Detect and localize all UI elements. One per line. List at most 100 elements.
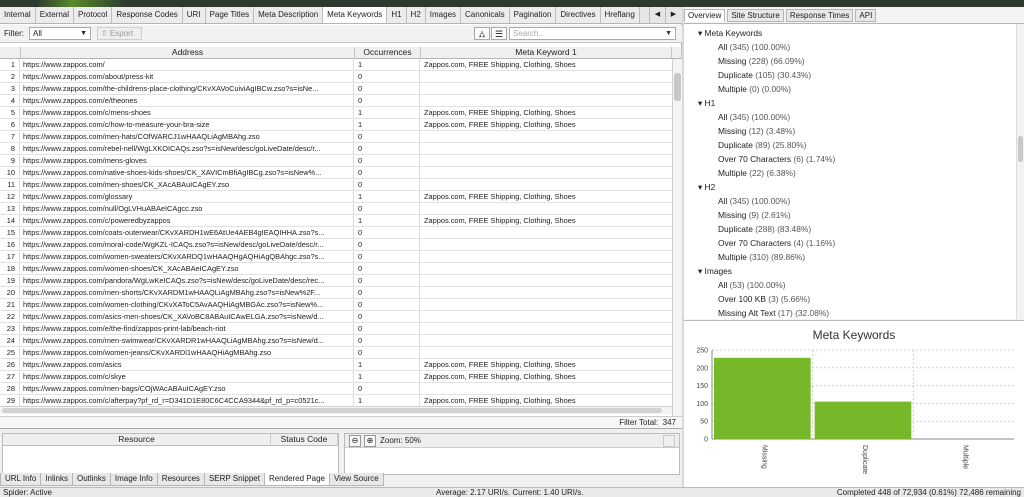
details-tab-view-source[interactable]: View Source xyxy=(328,473,384,486)
header-status-code[interactable]: Status Code xyxy=(271,434,338,446)
tab-meta-description[interactable]: Meta Description xyxy=(254,7,324,23)
header-address[interactable]: Address xyxy=(21,47,355,59)
filter-dropdown[interactable]: All ▼ xyxy=(29,27,91,40)
save-icon[interactable] xyxy=(663,435,675,447)
tab-scroll-left-icon[interactable]: ◀ xyxy=(649,7,665,23)
tab-protocol[interactable]: Protocol xyxy=(74,7,113,23)
tab-canonicals[interactable]: Canonicals xyxy=(461,7,510,23)
table-row[interactable]: 28 https://www.zappos.com/men-bags/COjWAc… xyxy=(0,383,672,395)
header-resource[interactable]: Resource xyxy=(3,434,271,446)
export-button[interactable]: ⇧ Export xyxy=(97,27,142,40)
tree-item[interactable]: Over 70 Characters (4) (1.16%) xyxy=(718,237,835,249)
tree-group[interactable]: ▾ H2 xyxy=(698,181,715,193)
header-meta-keyword-1[interactable]: Meta Keyword 1 xyxy=(421,47,672,59)
details-tab-url-info[interactable]: URL Info xyxy=(0,473,42,486)
tab-h2[interactable]: H2 xyxy=(406,7,426,23)
tree-group[interactable]: ▾ H1 xyxy=(698,97,715,109)
table-row[interactable]: 5 https://www.zappos.com/c/mens-shoes 1 Zap… xyxy=(0,107,672,119)
table-row[interactable]: 14 https://www.zappos.com/c/poweredbyzapp… xyxy=(0,215,672,227)
details-tab-rendered-page[interactable]: Rendered Page xyxy=(263,473,330,486)
tree-item[interactable]: Multiple (0) (0.00%) xyxy=(718,83,791,95)
details-tab-inlinks[interactable]: Inlinks xyxy=(40,473,73,486)
tab-uri[interactable]: URI xyxy=(182,7,206,23)
table-row[interactable]: 26 https://www.zappos.com/asics 1 Zappos.co… xyxy=(0,359,672,371)
header-occurrences[interactable]: Occurrences xyxy=(355,47,421,59)
scroll-thumb[interactable] xyxy=(674,73,681,101)
table-row[interactable]: 11 https://www.zappos.com/men-shoes/CK_XA… xyxy=(0,179,672,191)
tree-item[interactable]: All (345) (100.00%) xyxy=(718,111,790,123)
occurrences-cell: 1 xyxy=(355,359,420,370)
table-row[interactable]: 20 https://www.zappos.com/men-shorts/CKvX… xyxy=(0,287,672,299)
zoom-out-icon[interactable]: ⊖ xyxy=(349,435,361,447)
table-vertical-scrollbar[interactable] xyxy=(672,59,682,420)
tab-internal[interactable]: Internal xyxy=(0,7,36,23)
table-row[interactable]: 27 https://www.zappos.com/c/skye 1 Zappos.c… xyxy=(0,371,672,383)
table-row[interactable]: 23 https://www.zappos.com/e/the-find/zapp… xyxy=(0,323,672,335)
tree-group[interactable]: ▾ Images xyxy=(698,265,732,277)
tree-item-count: (288) (83.48%) xyxy=(755,224,812,234)
details-tab-serp-snippet[interactable]: SERP Snippet xyxy=(203,473,265,486)
details-tab-image-info[interactable]: Image Info xyxy=(109,473,158,486)
table-row[interactable]: 22 https://www.zappos.com/asics-men-shoes… xyxy=(0,311,672,323)
table-row[interactable]: 24 https://www.zappos.com/men-swimwear/CK… xyxy=(0,335,672,347)
table-row[interactable]: 10 https://www.zappos.com/native-shoes-ki… xyxy=(0,167,672,179)
tab-external[interactable]: External xyxy=(35,7,75,23)
tree-item[interactable]: Missing (228) (66.09%) xyxy=(718,55,805,67)
table-row[interactable]: 18 https://www.zappos.com/women-shoes/CK_… xyxy=(0,263,672,275)
tree-item[interactable]: Over 70 Characters (6) (1.74%) xyxy=(718,153,835,165)
table-row[interactable]: 3 https://www.zappos.com/the-childrens-pl… xyxy=(0,83,672,95)
tab-hreflang[interactable]: Hreflang xyxy=(600,7,640,23)
table-row[interactable]: 25 https://www.zappos.com/women-jeans/CKv… xyxy=(0,347,672,359)
right-tab-overview[interactable]: Overview xyxy=(684,9,726,22)
right-tab-site-structure[interactable]: Site Structure xyxy=(727,9,784,22)
tab-response-codes[interactable]: Response Codes xyxy=(112,7,183,23)
tree-item[interactable]: All (345) (100.00%) xyxy=(718,195,790,207)
zoom-in-icon[interactable]: ⊕ xyxy=(364,435,376,447)
table-row[interactable]: 6 https://www.zappos.com/c/how-to-measure… xyxy=(0,119,672,131)
table-row[interactable]: 21 https://www.zappos.com/women-clothing/… xyxy=(0,299,672,311)
tab-directives[interactable]: Directives xyxy=(556,7,601,23)
tree-item[interactable]: Duplicate (105) (30.43%) xyxy=(718,69,811,81)
tab-page-titles[interactable]: Page Titles xyxy=(205,7,255,23)
tree-item[interactable]: All (345) (100.00%) xyxy=(718,41,790,53)
tree-item[interactable]: Over 100 KB (3) (5.66%) xyxy=(718,293,810,305)
table-row[interactable]: 16 https://www.zappos.com/moral-code/WgKZ… xyxy=(0,239,672,251)
occurrences-cell: 1 xyxy=(355,395,420,406)
tree-item[interactable]: Duplicate (89) (25.80%) xyxy=(718,139,806,151)
table-row[interactable]: 15 https://www.zappos.com/coats-outerwear… xyxy=(0,227,672,239)
tab-scroll-right-icon[interactable]: ▶ xyxy=(665,7,681,23)
right-tab-response-times[interactable]: Response Times xyxy=(785,9,854,22)
tab-pagination[interactable]: Pagination xyxy=(509,7,557,23)
scroll-thumb[interactable] xyxy=(1018,136,1023,162)
table-row[interactable]: 7 https://www.zappos.com/men-hats/COfWARC… xyxy=(0,131,672,143)
table-row[interactable]: 13 https://www.zappos.com/null/OgLVHuABAe… xyxy=(0,203,672,215)
list-view-icon[interactable]: ☰ xyxy=(491,27,507,40)
tab-images[interactable]: Images xyxy=(425,7,462,23)
table-row[interactable]: 4 https://www.zappos.com/e/theones 0 xyxy=(0,95,672,107)
details-tab-outlinks[interactable]: Outlinks xyxy=(71,473,111,486)
details-tab-resources[interactable]: Resources xyxy=(156,473,205,486)
tree-group[interactable]: ▾ Meta Keywords xyxy=(698,27,762,39)
tree-item[interactable]: Missing (9) (2.61%) xyxy=(718,209,791,221)
right-tab-api[interactable]: API xyxy=(855,9,877,22)
table-row[interactable]: 8 https://www.zappos.com/rebel-nell/WgLXK… xyxy=(0,143,672,155)
table-row[interactable]: 2 https://www.zappos.com/about/press-kit 0 xyxy=(0,71,672,83)
table-row[interactable]: 9 https://www.zappos.com/mens-gloves 0 xyxy=(0,155,672,167)
table-row[interactable]: 17 https://www.zappos.com/women-sweaters/… xyxy=(0,251,672,263)
tree-item[interactable]: Multiple (310) (89.86%) xyxy=(718,251,805,263)
scroll-thumb[interactable] xyxy=(2,408,662,413)
table-row[interactable]: 12 https://www.zappos.com/glossary 1 Zappos… xyxy=(0,191,672,203)
tree-view-icon[interactable]: ⛼ xyxy=(474,27,490,40)
table-row[interactable]: 19 https://www.zappos.com/pandora/WgLwKeI… xyxy=(0,275,672,287)
tree-item[interactable]: Missing Alt Text (17) (32.08%) xyxy=(718,307,829,319)
tree-item[interactable]: All (53) (100.00%) xyxy=(718,279,786,291)
tab-meta-keywords[interactable]: Meta Keywords xyxy=(323,7,388,23)
tree-item[interactable]: Missing (12) (3.48%) xyxy=(718,125,795,137)
tree-item[interactable]: Duplicate (288) (83.48%) xyxy=(718,223,811,235)
tab-h1[interactable]: H1 xyxy=(387,7,407,23)
search-input[interactable]: Search... ▼ xyxy=(509,27,676,40)
tree-item[interactable]: Multiple (22) (6.38%) xyxy=(718,167,796,179)
table-row[interactable]: 1 https://www.zappos.com/1 Zappos.com, FRE… xyxy=(0,59,672,71)
table-horizontal-scrollbar[interactable] xyxy=(0,406,672,414)
tree-scrollbar[interactable] xyxy=(1016,24,1024,319)
